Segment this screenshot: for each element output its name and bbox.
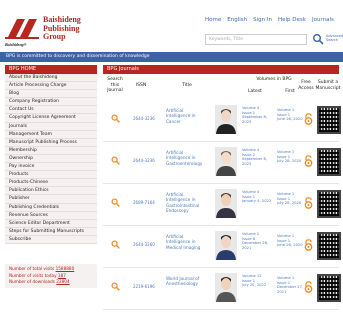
search-journal-icon[interactable]: [111, 198, 120, 207]
latest-volume-link[interactable]: Volume 4 Issue 1 January 4, 2023: [242, 190, 274, 204]
logo-tagline: Baishideng®: [5, 42, 27, 47]
latest-volume-link[interactable]: Volume 12 Issue 1 July 20, 2022: [242, 274, 274, 288]
journal-row: 2689-7164 Artificial Intelligence in Gast…: [103, 184, 341, 226]
page: Baishideng Publishing Group Baishideng® …: [0, 0, 343, 313]
sidebar-item-contact[interactable]: Contact Us: [5, 106, 97, 115]
issn-link[interactable]: 2219-6196: [133, 284, 155, 289]
journals-heading: BPG Journals: [103, 65, 339, 74]
stat-value: 22804: [56, 279, 70, 284]
nav-help-desk[interactable]: Help Desk: [278, 17, 306, 23]
journal-title-link[interactable]: Artificial Intelligence in Cancer: [166, 108, 208, 124]
search-icon[interactable]: [312, 33, 324, 45]
sidebar-item-about[interactable]: About the Baishideng: [5, 74, 97, 83]
open-access-icon: [304, 239, 313, 251]
open-access-icon: [304, 281, 313, 293]
journal-row: 2644-3260 Artificial Intelligence in Medi…: [103, 226, 341, 268]
sidebar-item-revenue[interactable]: Revenue Sources: [5, 211, 97, 220]
editor-photo: [215, 231, 237, 260]
sidebar-item-journals[interactable]: Journals: [5, 122, 97, 131]
sidebar-item-membership[interactable]: Membership: [5, 146, 97, 155]
sidebar-item-science-editor[interactable]: Science Editor Department: [5, 219, 97, 228]
logo-line-3: Group: [43, 32, 66, 41]
col-title-header: Title: [182, 83, 192, 88]
sidebar-item-subscribe[interactable]: Subscribe: [5, 235, 97, 244]
sidebar-item-copyright[interactable]: Copyright License Agreement: [5, 114, 97, 123]
editor-photo: [215, 105, 237, 134]
sidebar-item-products[interactable]: Products: [5, 171, 97, 180]
mission-banner: BPG is committed to discovery and dissem…: [0, 52, 343, 62]
search-journal-icon[interactable]: [111, 240, 120, 249]
issn-link[interactable]: 2689-7164: [133, 200, 155, 205]
journal-title-link[interactable]: World Journal of Anesthesiology: [166, 276, 208, 287]
search-journal-icon[interactable]: [111, 282, 120, 291]
sidebar-item-submitting-steps[interactable]: Steps for Submitting Manuscripts: [5, 227, 97, 236]
stat-value: 387: [57, 272, 66, 278]
sidebar-item-company-registration[interactable]: Company Registration: [5, 98, 97, 107]
latest-volume-link[interactable]: Volume 4 Issue 1 September 8, 2023: [242, 106, 274, 125]
top-nav: Home English Sign In Help Desk Journals: [205, 17, 334, 23]
open-access-icon: [304, 113, 313, 125]
sidebar-menu: About the Baishideng Article Processing …: [5, 74, 97, 244]
sidebar-item-pay-invoice[interactable]: Pay invoice: [5, 163, 97, 172]
stat-value: 1588880: [55, 266, 75, 271]
latest-date: September 8, 2023: [242, 157, 268, 167]
latest-date: September 8, 2023: [242, 115, 268, 125]
latest-volume-link[interactable]: Volume 4 Issue 2 September 8, 2023: [242, 148, 274, 167]
sidebar-item-blog[interactable]: Blog: [5, 90, 97, 99]
qr-code-icon[interactable]: [317, 232, 341, 260]
issn-link[interactable]: 2644-3260: [133, 242, 155, 247]
nav-english[interactable]: English: [227, 17, 247, 23]
col-submit-header: Submit a Manuscript: [315, 80, 341, 91]
search-journal-icon[interactable]: [111, 114, 120, 123]
journal-row: 2644-3236 Artificial Intelligence in Canc…: [103, 100, 341, 142]
qr-code-icon[interactable]: [317, 106, 341, 134]
qr-code-icon[interactable]: [317, 190, 341, 218]
latest-volume-link[interactable]: Volume 2 Issue 6 December 28, 2021: [242, 232, 274, 251]
editor-photo: [215, 189, 237, 218]
qr-code-icon[interactable]: [317, 274, 341, 302]
nav-journals[interactable]: Journals: [312, 17, 334, 23]
nav-sign-in[interactable]: Sign In: [253, 17, 272, 23]
stat-downloads: Number of downloads 22804: [9, 279, 93, 286]
site-header: Baishideng Publishing Group Baishideng® …: [0, 0, 343, 52]
col-search-header: Search this Journal: [107, 77, 123, 93]
editor-photo: [215, 147, 237, 176]
col-free-access-header: Free Access: [298, 80, 314, 91]
issn-link[interactable]: 2644-3236: [133, 158, 155, 163]
sidebar-item-publishing-process[interactable]: Manuscript Publishing Process: [5, 138, 97, 147]
latest-date: December 28, 2021: [242, 241, 269, 251]
journal-row: 2219-6196 World Journal of Anesthesiology…: [103, 268, 341, 310]
journal-title-link[interactable]: Artificial Intelligence in Gastrointesti…: [166, 192, 208, 213]
journal-row: 2644-3236 Artificial Intelligence in Gast…: [103, 142, 341, 184]
latest-date: July 20, 2022: [242, 283, 267, 288]
sidebar-item-products-chinese[interactable]: Products-Chinese: [5, 179, 97, 188]
col-latest-header: Latest: [248, 89, 262, 94]
issn-link[interactable]: 2644-3236: [133, 116, 155, 121]
open-access-icon: [304, 197, 313, 209]
advanced-search-link[interactable]: Advanced Search: [326, 34, 343, 42]
stat-label: Number of downloads: [9, 279, 55, 284]
qr-code-icon[interactable]: [317, 148, 341, 176]
stat-label: Number of visits today: [9, 272, 57, 278]
sidebar-item-ownership[interactable]: Ownership: [5, 154, 97, 164]
search-input[interactable]: Keywords, Title: [205, 34, 307, 45]
col-issn-header: ISSN: [135, 83, 147, 88]
latest-date: January 4, 2023: [242, 199, 272, 204]
search-journal-icon[interactable]: [111, 156, 120, 165]
sidebar-item-credentials[interactable]: Publishing Credentials: [5, 203, 97, 212]
nav-home[interactable]: Home: [205, 17, 221, 23]
site-stats: Number of total visits 1588880 Number of…: [5, 264, 97, 288]
logo-wordmark[interactable]: Baishideng Publishing Group: [43, 15, 81, 42]
sidebar-item-publication-ethics[interactable]: Publication Ethics: [5, 187, 97, 196]
journal-title-link[interactable]: Artificial Intelligence in Gastroenterol…: [166, 150, 208, 166]
sidebar-item-apc[interactable]: Article Processing Charge: [5, 82, 97, 91]
journal-title-link[interactable]: Artificial Intelligence in Medical Imagi…: [166, 234, 208, 250]
open-access-icon: [304, 155, 313, 167]
editor-photo: [215, 273, 237, 302]
sidebar-item-publisher[interactable]: Publisher: [5, 195, 97, 204]
sidebar-item-management[interactable]: Management Team: [5, 130, 97, 139]
stat-label: Number of total visits: [9, 266, 55, 271]
sidebar-heading: BPG HOME: [5, 65, 97, 74]
bpg-logo-icon[interactable]: [5, 17, 39, 41]
